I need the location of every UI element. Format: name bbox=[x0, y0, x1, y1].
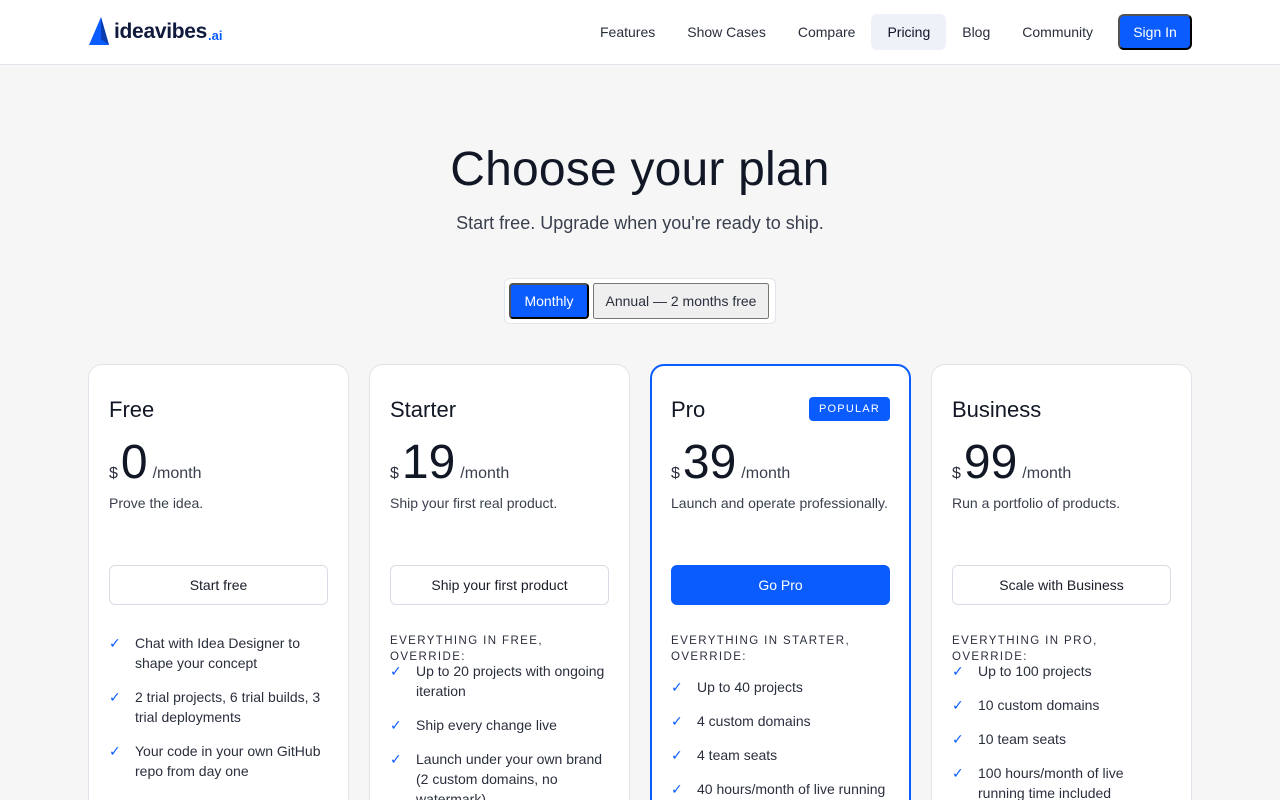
price-currency: $ bbox=[952, 465, 961, 482]
nav-item-show-cases[interactable]: Show Cases bbox=[671, 14, 782, 50]
nav-item-pricing[interactable]: Pricing bbox=[871, 14, 947, 50]
feature-list: ✓ Up to 20 projects with ongoing iteratio… bbox=[390, 661, 609, 800]
plan-name: Starter bbox=[390, 397, 457, 422]
start-free-button[interactable]: Start free bbox=[109, 565, 328, 605]
plan-price: $ 99 /month bbox=[952, 437, 1071, 489]
feature-text: 100 hours/month of live running time inc… bbox=[978, 765, 1124, 800]
check-icon: ✓ bbox=[109, 743, 121, 759]
price-amount: 39 bbox=[682, 436, 737, 489]
plan-tagline: Prove the idea. bbox=[109, 495, 204, 511]
price-period: /month bbox=[460, 465, 510, 482]
list-item: ✓ 10 custom domains bbox=[952, 695, 1171, 715]
list-item: ✓ 4 custom domains bbox=[671, 711, 890, 731]
feature-text: 10 team seats bbox=[978, 731, 1066, 747]
brand-name: ideavibes bbox=[114, 20, 208, 43]
nav-item-features[interactable]: Features bbox=[584, 14, 671, 50]
check-icon: ✓ bbox=[952, 765, 964, 781]
list-item: ✓ Ship every change live bbox=[390, 715, 609, 735]
plan-name: Free bbox=[109, 397, 155, 422]
nav-item-community[interactable]: Community bbox=[1006, 14, 1109, 50]
feature-list: ✓ Up to 40 projects ✓ 4 custom domains ✓ 4 … bbox=[671, 677, 890, 800]
price-amount: 19 bbox=[401, 436, 456, 489]
monthly-billing-option[interactable]: Monthly bbox=[509, 283, 589, 319]
plan-name: Business bbox=[952, 397, 1042, 422]
price-amount: 99 bbox=[963, 436, 1018, 489]
feature-text: Launch under your own brand (2 custom do… bbox=[416, 751, 603, 800]
check-icon: ✓ bbox=[952, 663, 964, 679]
feature-list: ✓ Chat with Idea Designer to shape your c… bbox=[109, 633, 328, 795]
list-item: ✓ Up to 40 projects bbox=[671, 677, 890, 697]
plan-card-pro: Pro POPULAR $ 39 /month Launch and opera… bbox=[650, 364, 911, 800]
plan-tagline: Launch and operate professionally. bbox=[671, 495, 888, 511]
nav-item-blog[interactable]: Blog bbox=[946, 14, 1006, 50]
plan-card-starter: Starter $ 19 /month Ship your first real… bbox=[369, 364, 630, 800]
price-currency: $ bbox=[109, 465, 118, 482]
page-title: Choose your plan bbox=[450, 143, 830, 196]
feature-text: 40 hours/month of live running bbox=[697, 781, 886, 797]
check-icon: ✓ bbox=[390, 751, 402, 767]
feature-text: Up to 40 projects bbox=[697, 679, 803, 695]
brand-logo[interactable]: ideavibes .ai bbox=[88, 16, 223, 48]
main-nav: Features Show Cases Compare Pricing Blog… bbox=[584, 14, 1109, 50]
list-item: ✓ Launch under your own brand (2 custom d… bbox=[390, 749, 609, 800]
billing-period-toggle: Monthly Annual — 2 months free bbox=[504, 278, 776, 324]
price-currency: $ bbox=[671, 465, 680, 482]
list-item: ✓ Your code in your own GitHub repo from … bbox=[109, 741, 328, 781]
check-icon: ✓ bbox=[671, 713, 683, 729]
brand-suffix: .ai bbox=[208, 27, 223, 43]
check-icon: ✓ bbox=[109, 689, 121, 705]
go-pro-button[interactable]: Go Pro bbox=[671, 565, 890, 605]
annual-billing-option[interactable]: Annual — 2 months free bbox=[593, 283, 769, 319]
price-period: /month bbox=[741, 465, 791, 482]
check-icon: ✓ bbox=[671, 679, 683, 695]
list-item: ✓ 4 team seats bbox=[671, 745, 890, 765]
feature-text: 10 custom domains bbox=[978, 697, 1100, 713]
feature-text: Your code in your own GitHub repo from d… bbox=[135, 743, 321, 779]
sail-logo-icon bbox=[89, 17, 109, 45]
check-icon: ✓ bbox=[390, 663, 402, 679]
price-period: /month bbox=[1022, 465, 1072, 482]
feature-text: 4 team seats bbox=[697, 747, 778, 763]
check-icon: ✓ bbox=[952, 697, 964, 713]
feature-text: Up to 20 projects with ongoing iteration bbox=[416, 663, 605, 699]
check-icon: ✓ bbox=[671, 747, 683, 763]
list-item: ✓ Up to 100 projects bbox=[952, 661, 1171, 681]
feature-text: Up to 100 projects bbox=[978, 663, 1092, 679]
feature-list: ✓ Up to 100 projects ✓ 10 custom domains ✓… bbox=[952, 661, 1171, 800]
nav-item-compare[interactable]: Compare bbox=[782, 14, 872, 50]
feature-text: Chat with Idea Designer to shape your co… bbox=[135, 635, 300, 671]
plan-tagline: Run a portfolio of products. bbox=[952, 495, 1121, 511]
plan-card-free: Free $ 0 /month Prove the idea. Start fr… bbox=[88, 364, 349, 800]
ship-first-product-button[interactable]: Ship your first product bbox=[390, 565, 609, 605]
price-period: /month bbox=[152, 465, 202, 482]
list-item: ✓ 2 trial projects, 6 trial builds, 3 tri… bbox=[109, 687, 328, 727]
list-item: ✓ 40 hours/month of live running bbox=[671, 779, 890, 799]
top-navigation-bar: ideavibes .ai Features Show Cases Compar… bbox=[0, 0, 1280, 65]
sign-in-button[interactable]: Sign In bbox=[1118, 14, 1192, 50]
price-amount: 0 bbox=[120, 436, 148, 489]
check-icon: ✓ bbox=[390, 717, 402, 733]
price-currency: $ bbox=[390, 465, 399, 482]
plan-tagline: Ship your first real product. bbox=[390, 495, 558, 511]
plan-card-business: Business $ 99 /month Run a portfolio of … bbox=[931, 364, 1192, 800]
check-icon: ✓ bbox=[109, 635, 121, 651]
popular-badge: POPULAR bbox=[809, 397, 890, 421]
page-subtitle: Start free. Upgrade when you're ready to… bbox=[456, 213, 824, 233]
includes-heading: EVERYTHING IN STARTER, OVERRIDE: bbox=[671, 635, 851, 663]
feature-text: Ship every change live bbox=[416, 717, 557, 733]
list-item: ✓ Up to 20 projects with ongoing iteratio… bbox=[390, 661, 609, 701]
plan-price: $ 0 /month bbox=[109, 437, 202, 489]
check-icon: ✓ bbox=[671, 781, 683, 797]
scale-with-business-button[interactable]: Scale with Business bbox=[952, 565, 1171, 605]
plan-price: $ 39 /month bbox=[671, 437, 790, 489]
check-icon: ✓ bbox=[952, 731, 964, 747]
list-item: ✓ 10 team seats bbox=[952, 729, 1171, 749]
list-item: ✓ 100 hours/month of live running time in… bbox=[952, 763, 1171, 800]
plan-price: $ 19 /month bbox=[390, 437, 509, 489]
feature-text: 2 trial projects, 6 trial builds, 3 tria… bbox=[135, 689, 321, 725]
plan-name: Pro bbox=[671, 397, 706, 422]
feature-text: 4 custom domains bbox=[697, 713, 811, 729]
list-item: ✓ Chat with Idea Designer to shape your c… bbox=[109, 633, 328, 673]
